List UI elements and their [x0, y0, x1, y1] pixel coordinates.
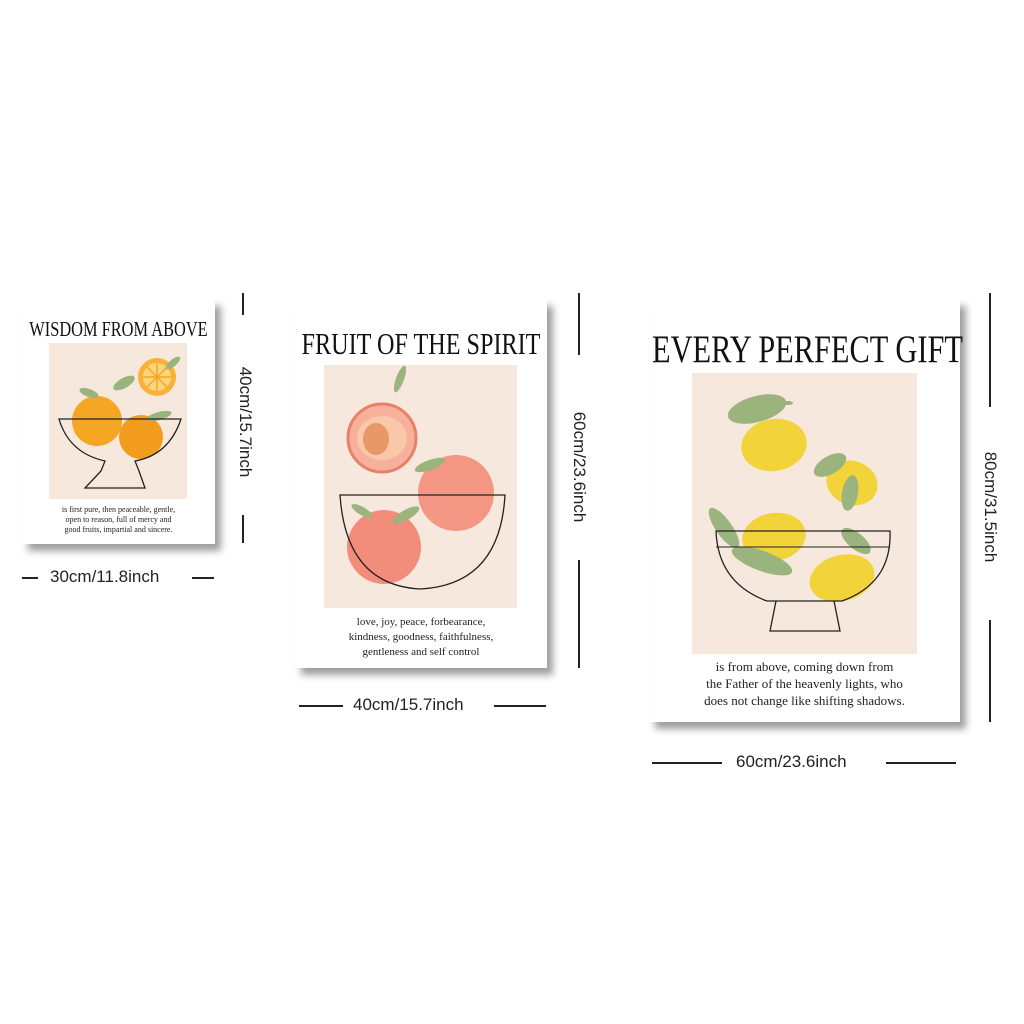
- caption-line: does not change like shifting shadows.: [704, 693, 905, 708]
- caption-line: open to reason, full of mercy and: [65, 515, 172, 524]
- width-marker-line-right: [192, 577, 214, 579]
- poster-fruit-of-the-spirit: FRUIT OF THE SPIRIT love, joy, peace, fo…: [295, 299, 547, 668]
- height-label-small: 40cm/15.7inch: [236, 366, 255, 478]
- caption-line: is first pure, then peaceable, gentle,: [61, 505, 176, 514]
- caption-line: love, joy, peace, forbearance,: [356, 616, 486, 628]
- caption-line: gentleness and self control: [362, 646, 480, 658]
- caption-line: is from above, coming down from: [715, 659, 894, 674]
- orange-bowl-illustration: [58, 356, 182, 489]
- width-label-medium: 40cm/15.7inch: [353, 695, 464, 714]
- poster-title: WISDOM FROM ABOVE: [29, 317, 208, 341]
- width-marker-line-right: [886, 762, 956, 764]
- height-marker-line-bottom: [578, 560, 580, 668]
- height-marker-line-bottom: [242, 515, 244, 543]
- height-marker-line-top: [578, 293, 580, 355]
- width-marker-line-left: [652, 762, 722, 764]
- height-label-large: 80cm/31.5inch: [981, 451, 1000, 563]
- caption-line: the Father of the heavenly lights, who: [706, 676, 903, 691]
- width-marker-line-left: [299, 705, 343, 707]
- poster-caption: is from above, coming down from the Fath…: [649, 658, 960, 709]
- width-marker-line-left: [22, 577, 38, 579]
- height-marker-line-top: [989, 293, 991, 407]
- poster-title: FRUIT OF THE SPIRIT: [301, 326, 541, 361]
- height-marker-line-top: [242, 293, 244, 315]
- poster-wisdom-from-above: WISDOM FROM ABOVE is first pure, then pe…: [22, 299, 215, 544]
- height-marker-line-bottom: [989, 620, 991, 722]
- height-label-medium: 60cm/23.6inch: [570, 411, 589, 523]
- width-marker-line-right: [494, 705, 546, 707]
- poster-caption: love, joy, peace, forbearance, kindness,…: [295, 615, 547, 660]
- poster-artwork-peaches: [324, 365, 517, 608]
- poster-artwork-oranges: [49, 343, 187, 499]
- poster-every-perfect-gift: EVERY PERFECT GIFT is from above, coming…: [649, 299, 964, 722]
- lemon-bowl-illustration: [708, 394, 891, 632]
- width-label-small: 30cm/11.8inch: [50, 567, 160, 586]
- width-label-large: 60cm/23.6inch: [736, 752, 847, 771]
- poster-caption: is first pure, then peaceable, gentle, o…: [22, 505, 215, 535]
- caption-line: kindness, goodness, faithfulness,: [348, 631, 494, 643]
- poster-title: EVERY PERFECT GIFT: [652, 328, 964, 371]
- caption-line: good fruits, impartial and sincere.: [64, 525, 173, 534]
- peach-bowl-illustration: [339, 365, 506, 590]
- poster-artwork-lemons: [692, 373, 917, 654]
